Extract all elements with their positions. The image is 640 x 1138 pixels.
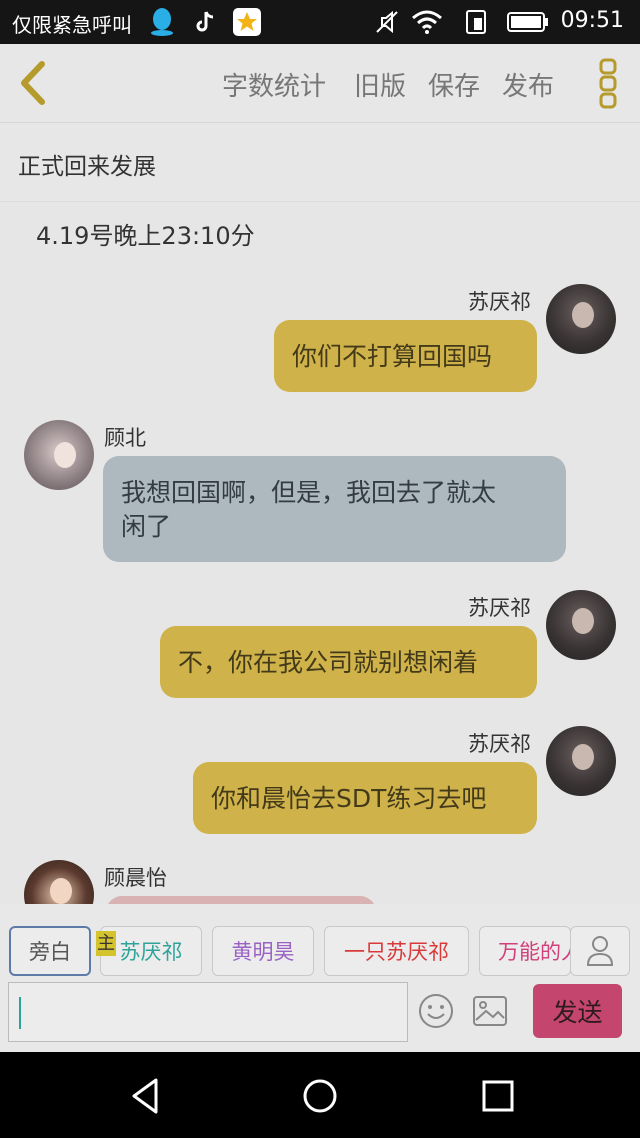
input-bar: 发送 <box>0 976 640 1052</box>
message-text: 你们不打算回国吗 <box>292 342 493 371</box>
message-text: 不，你在我公司就别想闲着 <box>178 648 479 677</box>
role-narration[interactable]: 旁白 <box>9 926 91 976</box>
role-item[interactable]: 一只苏厌祁 <box>324 926 469 976</box>
message-text-line: 闲了 <box>121 512 172 541</box>
role-label: 一只苏厌祁 <box>344 940 449 964</box>
tiktok-icon <box>190 6 220 38</box>
chat-bubble[interactable]: 我想回国啊，但是，我回去了就太 闲了 <box>103 456 566 562</box>
sender-name: 顾北 <box>104 426 146 450</box>
old-version-button[interactable]: 旧版 <box>354 66 406 103</box>
chat-bubble[interactable]: 你和晨怡去SDT练习去吧 <box>193 762 537 834</box>
avatar[interactable] <box>546 590 616 660</box>
role-selector-bar: 旁白 苏厌祁 主 黄明昊 一只苏厌祁 万能的人 <box>0 904 640 976</box>
sim-icon <box>462 6 490 38</box>
story-title-bar[interactable]: 正式回来发展 <box>0 123 640 202</box>
message-input[interactable] <box>8 982 408 1042</box>
avatar[interactable] <box>546 284 616 354</box>
carrier-text: 仅限紧急呼叫 <box>12 13 132 37</box>
avatar[interactable] <box>546 726 616 796</box>
avatar[interactable] <box>24 860 94 904</box>
avatar[interactable] <box>24 420 94 490</box>
battery-icon <box>506 6 550 38</box>
publish-button[interactable]: 发布 <box>502 66 554 103</box>
story-title: 正式回来发展 <box>18 154 156 180</box>
send-label: 发送 <box>552 998 603 1027</box>
manage-roles-button[interactable] <box>570 926 630 976</box>
home-nav-icon[interactable] <box>300 1076 340 1116</box>
main-role-badge: 主 <box>96 931 116 956</box>
text-caret <box>19 997 21 1029</box>
back-icon[interactable] <box>14 58 54 108</box>
more-menu-icon[interactable] <box>598 58 618 110</box>
chat-bubble[interactable] <box>106 896 376 904</box>
star-app-icon <box>230 6 264 38</box>
sender-name: 苏厌祁 <box>468 596 531 620</box>
mute-icon <box>372 6 402 38</box>
role-label: 万能的人 <box>498 940 570 964</box>
person-icon <box>586 936 614 966</box>
sender-name: 苏厌祁 <box>468 732 531 756</box>
send-button[interactable]: 发送 <box>533 984 622 1038</box>
sender-name: 苏厌祁 <box>468 290 531 314</box>
role-item[interactable]: 黄明昊 <box>212 926 314 976</box>
clock-text: 09:51 <box>560 8 624 33</box>
sender-name: 顾晨怡 <box>104 866 167 890</box>
role-label: 苏厌祁 <box>119 940 183 964</box>
role-label: 黄明昊 <box>231 940 295 964</box>
image-icon[interactable] <box>471 992 509 1030</box>
message-text: 你和晨怡去SDT练习去吧 <box>211 784 487 813</box>
back-nav-icon[interactable] <box>126 1076 166 1116</box>
emoji-icon[interactable] <box>417 992 455 1030</box>
save-button[interactable]: 保存 <box>428 66 480 103</box>
chat-bubble[interactable]: 不，你在我公司就别想闲着 <box>160 626 537 698</box>
system-nav-bar <box>0 1052 640 1138</box>
word-count-button[interactable]: 字数统计 <box>222 66 326 103</box>
role-label: 旁白 <box>29 940 71 964</box>
status-bar: 仅限紧急呼叫 09:51 <box>0 0 640 44</box>
top-toolbar: 字数统计 旧版 保存 发布 <box>0 44 640 123</box>
recents-nav-icon[interactable] <box>478 1076 518 1116</box>
chat-bubble[interactable]: 你们不打算回国吗 <box>274 320 537 392</box>
wifi-icon <box>410 6 444 38</box>
message-text-line: 我想回国啊，但是，我回去了就太 <box>121 478 497 507</box>
role-item[interactable]: 万能的人 <box>479 926 571 976</box>
chat-area[interactable]: 4.19号晚上23:10分 苏厌祁 你们不打算回国吗 顾北 我想回国啊，但是，我… <box>0 202 640 904</box>
time-note: 4.19号晚上23:10分 <box>36 222 255 250</box>
qq-icon <box>146 6 178 38</box>
